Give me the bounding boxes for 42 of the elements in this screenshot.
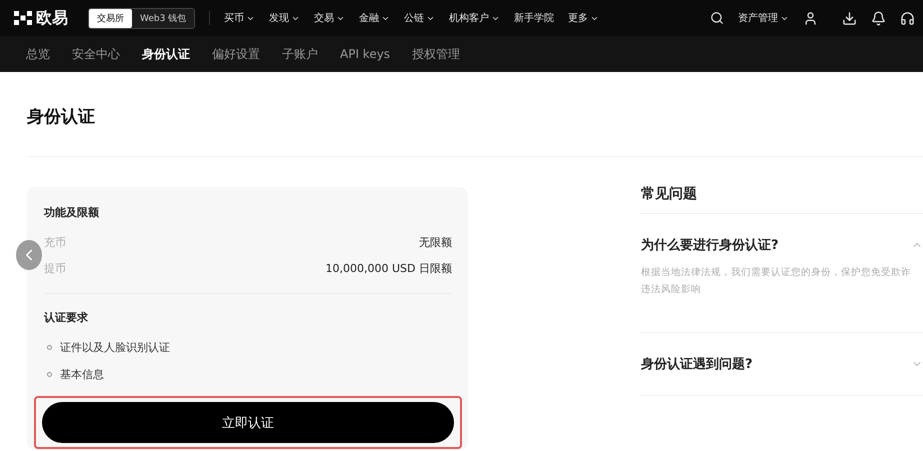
mode-tab[interactable]: Web3 钱包 bbox=[132, 8, 194, 28]
faq-question[interactable]: 为什么要进行身份认证? bbox=[641, 236, 923, 254]
subnav-tab[interactable]: 授权管理 bbox=[412, 46, 460, 62]
page-title: 身份认证 bbox=[26, 106, 96, 129]
limit-value: 无限额 bbox=[419, 234, 452, 250]
subnav-tab[interactable]: API keys bbox=[340, 47, 390, 61]
nav-item[interactable]: 公链 bbox=[404, 11, 436, 25]
logo-text: 欧易 bbox=[36, 8, 68, 28]
bell-icon[interactable] bbox=[871, 10, 886, 26]
subnav-tab[interactable]: 身份认证 bbox=[142, 46, 190, 62]
user-icon[interactable] bbox=[803, 10, 818, 26]
faq-answer: 根据当地法律法规，我们需要认证您的身份，保护您免受欺诈 违法风险影响 bbox=[641, 266, 912, 297]
bullet-icon bbox=[47, 372, 52, 377]
nav-item[interactable]: 发现 bbox=[269, 11, 300, 25]
back-button[interactable] bbox=[16, 240, 42, 270]
nav-item[interactable]: 机构客户 bbox=[449, 11, 500, 25]
limit-label: 充币 bbox=[44, 234, 66, 250]
faq-question[interactable]: 身份认证遇到问题? bbox=[641, 355, 923, 373]
verify-button[interactable]: 立即认证 bbox=[42, 402, 454, 443]
faq-title: 常见问题 bbox=[640, 185, 923, 214]
search-icon[interactable] bbox=[710, 11, 724, 25]
nav-item[interactable]: 新手学院 bbox=[514, 11, 554, 25]
subnav-tab[interactable]: 子账户 bbox=[282, 46, 318, 62]
nav-item[interactable]: 更多 bbox=[568, 11, 600, 25]
bullet-icon bbox=[47, 345, 52, 350]
limit-value: 10,000,000 USD 日限额 bbox=[326, 260, 452, 276]
limit-label: 提币 bbox=[44, 260, 66, 276]
subnav-tab[interactable]: 安全中心 bbox=[72, 46, 120, 62]
section-title: 功能及限额 bbox=[44, 205, 100, 220]
nav-item[interactable]: 买币 bbox=[224, 11, 256, 25]
asset-menu[interactable]: 资产管理 bbox=[738, 11, 789, 25]
requirement-text: 证件以及人脸识别认证 bbox=[60, 340, 170, 355]
subnav-tab[interactable]: 偏好设置 bbox=[212, 46, 260, 62]
nav-item[interactable]: 交易 bbox=[314, 11, 346, 25]
mode-tab[interactable]: 交易所 bbox=[89, 8, 132, 28]
nav-item[interactable]: 金融 bbox=[359, 11, 390, 25]
logo-icon bbox=[14, 11, 32, 25]
download-icon[interactable] bbox=[842, 10, 857, 26]
headset-icon[interactable] bbox=[900, 10, 915, 26]
requirement-text: 基本信息 bbox=[60, 367, 104, 382]
section-title: 认证要求 bbox=[44, 310, 89, 325]
subnav-tab[interactable]: 总览 bbox=[26, 46, 50, 62]
